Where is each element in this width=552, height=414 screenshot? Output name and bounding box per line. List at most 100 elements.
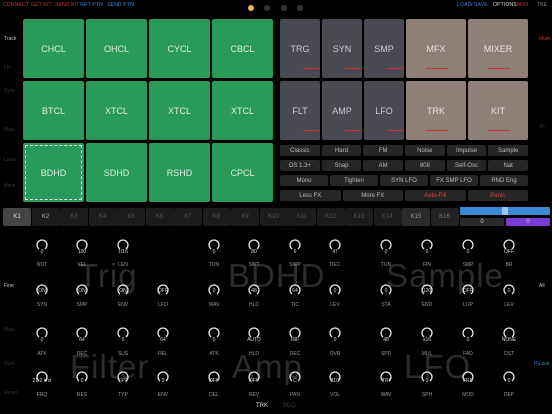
- pad-11[interactable]: CPCL: [212, 143, 273, 202]
- track-k2[interactable]: K2: [31, 208, 60, 226]
- option-1-2[interactable]: AM: [363, 160, 403, 171]
- section-button-lfo[interactable]: LFO: [364, 81, 404, 140]
- track-k12[interactable]: K12: [316, 208, 345, 226]
- option-1-3[interactable]: 808: [405, 160, 445, 171]
- track-level-handle[interactable]: [502, 207, 508, 215]
- trig_row2-label-3: LFO: [158, 302, 168, 308]
- section-button-smp[interactable]: SMP: [364, 19, 404, 78]
- option-1-4[interactable]: Self-Osc: [446, 160, 487, 171]
- track-k5[interactable]: K5: [117, 208, 145, 226]
- option-3-3[interactable]: Panic: [467, 190, 528, 201]
- topbar-get-kit[interactable]: GET KIT: [31, 2, 52, 8]
- side-right-4[interactable]: P-Lock: [534, 361, 550, 367]
- page-dot-3[interactable]: [281, 5, 287, 11]
- lfo_row2-value-0: TRI: [381, 378, 391, 384]
- option-0-1[interactable]: Hard: [321, 145, 362, 156]
- pad-6[interactable]: XTCL: [149, 81, 210, 140]
- topbar-right-2[interactable]: SAVE: [474, 2, 488, 8]
- option-3-0[interactable]: Less FX: [280, 190, 341, 201]
- footer-seq[interactable]: SEQ: [283, 403, 296, 409]
- page-dot-2[interactable]: [264, 5, 270, 11]
- track-k9[interactable]: K9: [231, 208, 259, 226]
- option-1-5[interactable]: Nat: [488, 160, 528, 171]
- option-1-1[interactable]: Snap: [321, 160, 362, 171]
- topbar-send-ptn[interactable]: SEND PTN: [107, 2, 134, 8]
- section-button-mixer[interactable]: MIXER: [468, 19, 528, 78]
- section-button-trk[interactable]: TRK: [406, 81, 466, 140]
- side-left-0[interactable]: Track: [4, 36, 16, 42]
- page-dot-4[interactable]: [297, 5, 303, 11]
- option-0-0[interactable]: Classic: [280, 145, 320, 156]
- topbar-right-3[interactable]: OPTIONS: [493, 2, 517, 8]
- section-button-label: TRK: [427, 105, 445, 116]
- option-2-1[interactable]: Tighten: [330, 175, 378, 186]
- sample_row2-value-0: 0: [384, 288, 388, 294]
- pad-8[interactable]: BDHD: [23, 143, 84, 202]
- option-2-0[interactable]: Mono: [280, 175, 328, 186]
- track-value-a[interactable]: 0: [460, 218, 504, 226]
- option-0-5[interactable]: Sample: [488, 145, 528, 156]
- option-2-3[interactable]: FX SMP LFO: [430, 175, 478, 186]
- bdhd_row2-value-0: 0: [212, 288, 216, 294]
- side-left-9[interactable]: Reset: [4, 390, 17, 396]
- track-k11[interactable]: K11: [288, 208, 316, 226]
- topbar-right-0[interactable]: LOAD: [457, 2, 471, 8]
- topbar-send-kit[interactable]: SEND KIT: [55, 2, 80, 8]
- option-2-4[interactable]: RND Eng: [480, 175, 528, 186]
- section-button-amp[interactable]: AMP: [322, 81, 362, 140]
- topbar-right-5[interactable]: TKE: [537, 2, 547, 8]
- pad-0[interactable]: CHCL: [23, 19, 84, 78]
- section-button-mfx[interactable]: MFX: [406, 19, 466, 78]
- track-k10[interactable]: K10: [259, 208, 288, 226]
- section-button-trg[interactable]: TRG: [280, 19, 320, 78]
- option-1-0[interactable]: OS 1.3+: [280, 160, 320, 171]
- section-button-syn[interactable]: SYN: [322, 19, 362, 78]
- pad-1[interactable]: OHCL: [86, 19, 147, 78]
- track-k6[interactable]: K6: [145, 208, 174, 226]
- side-left-1[interactable]: Lfo: [4, 65, 11, 71]
- option-0-3[interactable]: Noise: [405, 145, 445, 156]
- pad-10[interactable]: RSHD: [149, 143, 210, 202]
- pad-7[interactable]: XTCL: [212, 81, 273, 140]
- track-k14[interactable]: K14: [373, 208, 402, 226]
- option-0-2[interactable]: FM: [363, 145, 403, 156]
- section-underline: [303, 130, 319, 131]
- side-left-3[interactable]: Mute: [4, 127, 15, 133]
- track-value-b[interactable]: 0: [506, 218, 550, 226]
- track-k8[interactable]: K8: [202, 208, 231, 226]
- topbar-right-1[interactable]: /: [471, 2, 473, 8]
- track-k4[interactable]: K4: [88, 208, 117, 226]
- pad-2[interactable]: CYCL: [149, 19, 210, 78]
- side-right-0[interactable]: Mute: [539, 36, 550, 42]
- section-button-flt[interactable]: FLT: [280, 81, 320, 140]
- topbar-get-ptn[interactable]: GET PTN: [80, 2, 103, 8]
- side-right-3[interactable]: All: [539, 283, 545, 289]
- footer-trk[interactable]: TRK: [256, 403, 268, 409]
- page-dot-1[interactable]: [248, 5, 254, 11]
- pad-3[interactable]: CBCL: [212, 19, 273, 78]
- pad-5[interactable]: XTCL: [86, 81, 147, 140]
- side-left-7[interactable]: Mute: [4, 327, 15, 333]
- amp_row1-label-2: DEC: [289, 351, 301, 357]
- track-k1[interactable]: K1: [3, 208, 31, 226]
- track-k16[interactable]: K16: [430, 208, 459, 226]
- side-left-5[interactable]: Bank: [4, 183, 15, 189]
- section-button-label: AMP: [332, 105, 352, 116]
- track-k3[interactable]: K3: [60, 208, 88, 226]
- side-right-2[interactable]: All: [539, 124, 545, 130]
- pad-4[interactable]: BTCL: [23, 81, 84, 140]
- option-2-2[interactable]: SYN LFO: [380, 175, 428, 186]
- track-k15[interactable]: K15: [402, 208, 430, 226]
- pad-9[interactable]: SDHD: [86, 143, 147, 202]
- option-0-4[interactable]: Impulse: [446, 145, 487, 156]
- topbar-right-4[interactable]: MIDI: [517, 2, 528, 8]
- side-left-4[interactable]: Label: [4, 157, 16, 163]
- option-3-2[interactable]: Auto-Fill: [405, 190, 466, 201]
- track-k7[interactable]: K7: [174, 208, 202, 226]
- side-left-8[interactable]: Sync: [4, 361, 15, 367]
- side-left-6[interactable]: Fine: [4, 283, 14, 289]
- section-button-kit[interactable]: KIT: [468, 81, 528, 140]
- track-k13[interactable]: K13: [345, 208, 373, 226]
- side-left-2[interactable]: Sync: [4, 88, 15, 94]
- option-3-1[interactable]: More FX: [342, 190, 403, 201]
